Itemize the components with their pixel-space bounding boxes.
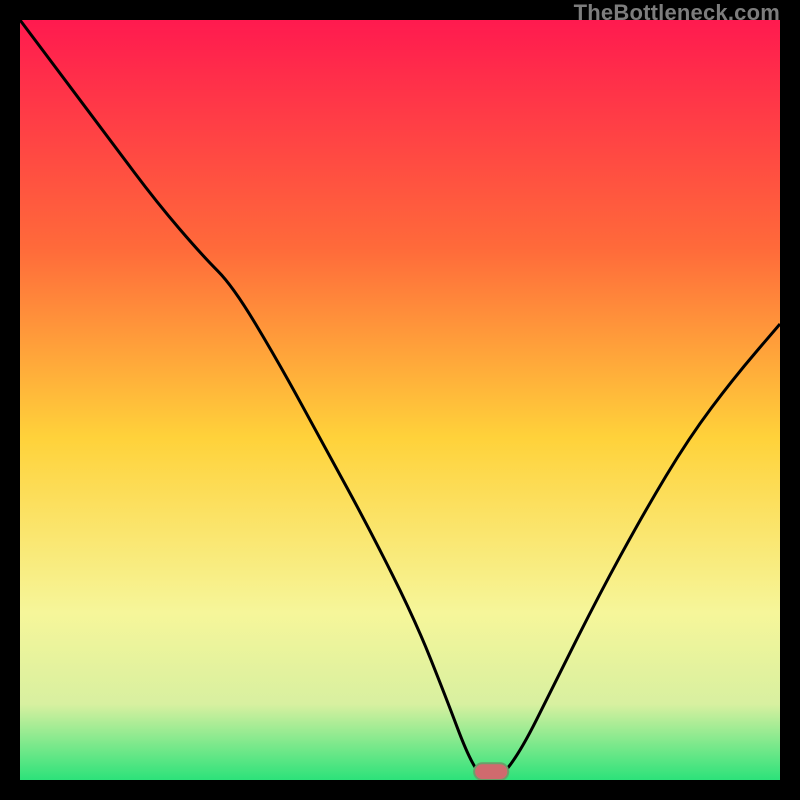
gradient-background [20, 20, 780, 780]
optimal-marker [474, 763, 508, 780]
bottleneck-chart [20, 20, 780, 780]
chart-frame: TheBottleneck.com [0, 0, 800, 800]
plot-area [20, 20, 780, 780]
